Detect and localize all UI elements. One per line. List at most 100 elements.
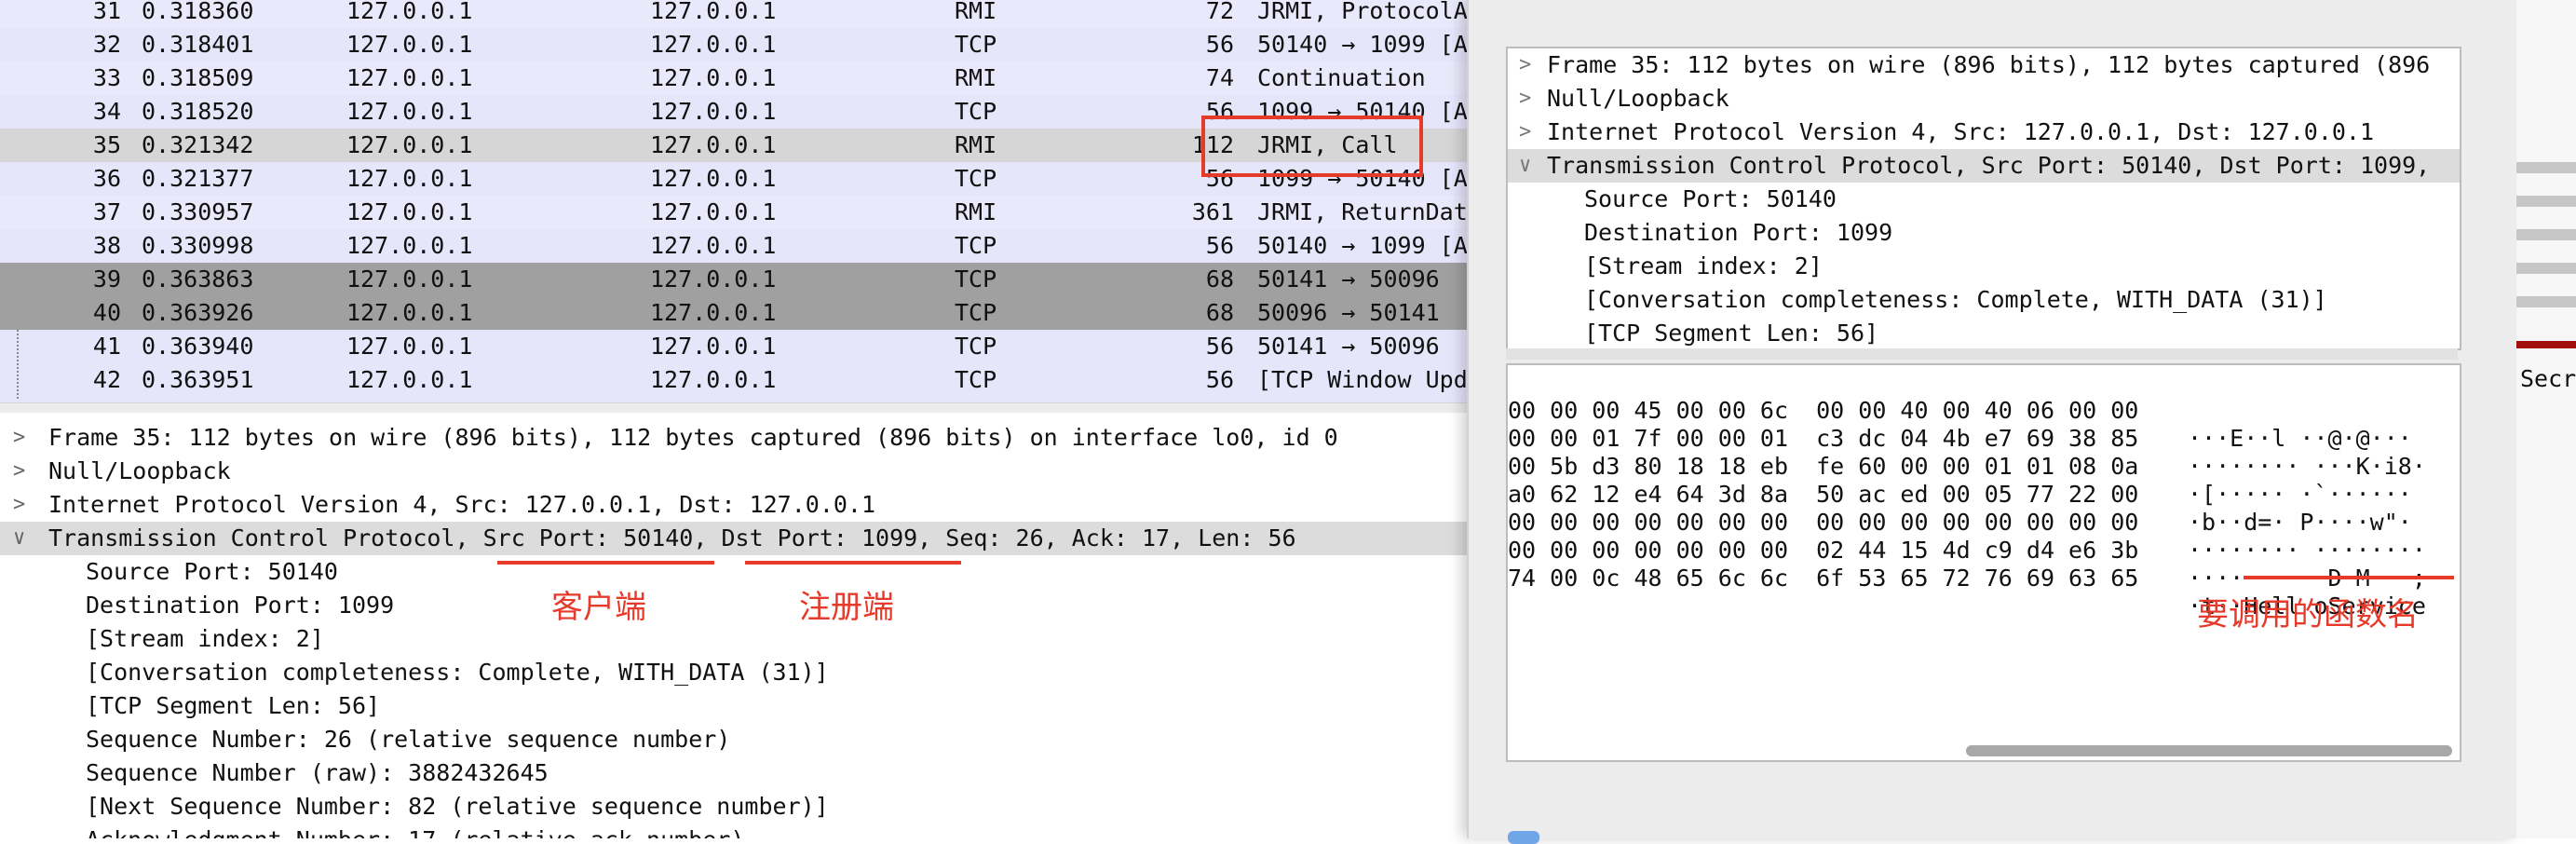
tree-field[interactable]: [Stream index: 2] bbox=[1508, 250, 2460, 283]
chevron-right-icon[interactable]: > bbox=[1519, 82, 1531, 116]
packet-length: 68 bbox=[1205, 265, 1234, 293]
tree-field[interactable]: Destination Port: 1099 bbox=[0, 589, 1471, 622]
window-badge bbox=[1508, 831, 1539, 844]
tree-field[interactable]: Acknowledgment Number: 17 (relative ack … bbox=[0, 824, 1471, 838]
pane-splitter[interactable] bbox=[1506, 348, 2458, 360]
tree-field[interactable]: Sequence Number: 26 (relative sequence n… bbox=[0, 723, 1471, 756]
packet-row[interactable]: 32 0.318401 127.0.0.1 127.0.0.1 TCP 56 5… bbox=[0, 28, 1471, 61]
packet-length: 74 bbox=[1205, 64, 1234, 91]
tree-field[interactable]: [Stream index: 2] bbox=[0, 622, 1471, 656]
tree-item-label: Frame 35: 112 bytes on wire (896 bits), … bbox=[48, 424, 1338, 451]
tree-field-label: [Stream index: 2] bbox=[1584, 252, 1823, 279]
packet-length: 56 bbox=[1205, 333, 1234, 360]
tree-field[interactable]: [Conversation completeness: Complete, WI… bbox=[1508, 283, 2460, 317]
chevron-down-icon[interactable]: ∨ bbox=[1519, 149, 1531, 183]
tree-field-label: Source Port: 50140 bbox=[86, 558, 338, 585]
packet-info: 50140 → 1099 [A bbox=[1257, 31, 1468, 58]
strip-line bbox=[2516, 296, 2576, 307]
tree-item-tcp[interactable]: ∨ Transmission Control Protocol, Src Por… bbox=[0, 522, 1471, 555]
packet-details-pane[interactable]: > Frame 35: 112 bytes on wire (896 bits)… bbox=[0, 417, 1471, 838]
strip-line bbox=[2516, 162, 2576, 173]
chevron-right-icon[interactable]: > bbox=[13, 455, 25, 488]
packet-info: JRMI, ProtocolA bbox=[1257, 0, 1468, 24]
chevron-right-icon[interactable]: > bbox=[1519, 48, 1531, 82]
tree-field[interactable]: [Conversation completeness: Complete, WI… bbox=[0, 656, 1471, 689]
packet-row[interactable]: 40 0.363926 127.0.0.1 127.0.0.1 TCP 68 5… bbox=[0, 296, 1471, 330]
packet-length: 56 bbox=[1205, 98, 1234, 125]
packet-info: Continuation bbox=[1257, 64, 1426, 91]
annotation-function-name-label: 要调用的函数名 bbox=[2197, 596, 2419, 633]
annotation-underline-src-port bbox=[497, 561, 714, 565]
tree-field-label: [Next Sequence Number: 82 (relative sequ… bbox=[86, 793, 829, 820]
chevron-right-icon[interactable]: > bbox=[13, 488, 25, 522]
strip-line bbox=[2516, 263, 2576, 274]
hex-row: 74 00 0c 48 65 6c 6c 6f 53 65 72 76 69 6… bbox=[1508, 537, 2460, 619]
tree-item-frame[interactable]: > Frame 35: 112 bytes on wire (896 bits)… bbox=[0, 421, 1471, 455]
hex-row: 00 00 01 7f 00 00 01 c3 dc 04 4b e7 69 3… bbox=[1508, 397, 2460, 480]
strip-line bbox=[2516, 196, 2576, 207]
packet-info: JRMI, ReturnDat bbox=[1257, 198, 1468, 225]
chevron-right-icon[interactable]: > bbox=[13, 421, 25, 455]
strip-label: Secr bbox=[2520, 365, 2576, 392]
chevron-down-icon[interactable]: ∨ bbox=[13, 522, 25, 555]
hex-horizontal-scrollbar[interactable] bbox=[1966, 745, 2452, 756]
packet-length: 68 bbox=[1205, 299, 1234, 326]
tree-item-null-loopback[interactable]: > Null/Loopback bbox=[0, 455, 1471, 488]
annotation-registry-label: 注册端 bbox=[799, 589, 894, 626]
packet-row[interactable]: 42 0.363951 127.0.0.1 127.0.0.1 TCP 56 [… bbox=[0, 363, 1471, 397]
tree-field-label: Destination Port: 1099 bbox=[86, 592, 395, 619]
packet-detail-window[interactable]: > Frame 35: 112 bytes on wire (896 bits)… bbox=[1467, 0, 2516, 844]
packet-length: 361 bbox=[1191, 198, 1234, 225]
tree-field-label: [TCP Segment Len: 56] bbox=[1584, 320, 1879, 347]
tree-item-frame[interactable]: > Frame 35: 112 bytes on wire (896 bits)… bbox=[1508, 48, 2460, 82]
packet-length: 56 bbox=[1205, 31, 1234, 58]
packet-info: 50140 → 1099 [A bbox=[1257, 232, 1468, 259]
hex-bytes: 74 00 0c 48 65 6c 6c 6f 53 65 72 76 69 6… bbox=[1508, 565, 2139, 592]
tree-item-label: Transmission Control Protocol, Src Port:… bbox=[48, 524, 1296, 551]
detail-tree-pane[interactable]: > Frame 35: 112 bytes on wire (896 bits)… bbox=[1506, 47, 2461, 350]
annotation-client-label: 客户端 bbox=[551, 589, 646, 626]
tree-item-ipv4[interactable]: > Internet Protocol Version 4, Src: 127.… bbox=[1508, 116, 2460, 149]
tree-field[interactable]: Source Port: 50140 bbox=[0, 555, 1471, 589]
hex-row: 00 00 00 00 00 00 00 00 00 00 00 00 00 0… bbox=[1508, 481, 2460, 564]
tree-field[interactable]: Destination Port: 1099 bbox=[1508, 216, 2460, 250]
tree-item-label: Internet Protocol Version 4, Src: 127.0.… bbox=[48, 491, 876, 518]
packet-info: 50141 → 50096 bbox=[1257, 265, 1440, 293]
packet-row[interactable]: 33 0.318509 127.0.0.1 127.0.0.1 RMI 74 C… bbox=[0, 61, 1471, 95]
hex-row: 00 5b d3 80 18 18 eb fe 60 00 00 01 01 0… bbox=[1508, 425, 2460, 508]
packet-row[interactable]: 39 0.363863 127.0.0.1 127.0.0.1 TCP 68 5… bbox=[0, 263, 1471, 296]
hex-dump-pane[interactable]: 00 00 00 45 00 00 6c 00 00 40 00 40 06 0… bbox=[1506, 363, 2461, 762]
strip-line bbox=[2516, 229, 2576, 240]
tree-field[interactable]: [Next Sequence Number: 82 (relative sequ… bbox=[0, 790, 1471, 824]
tree-field-label: Sequence Number (raw): 3882432645 bbox=[86, 759, 549, 786]
packet-length: 56 bbox=[1205, 165, 1234, 192]
list-scrollbar[interactable] bbox=[0, 402, 1471, 413]
packet-row[interactable]: 37 0.330957 127.0.0.1 127.0.0.1 RMI 361 … bbox=[0, 196, 1471, 229]
tree-item-ipv4[interactable]: > Internet Protocol Version 4, Src: 127.… bbox=[0, 488, 1471, 522]
packet-info: [TCP Window Upd bbox=[1257, 366, 1468, 393]
annotation-underline-dst-port bbox=[745, 561, 961, 565]
tree-field-label: [Stream index: 2] bbox=[86, 625, 324, 652]
tree-item-tcp[interactable]: ∨ Transmission Control Protocol, Src Por… bbox=[1508, 149, 2460, 183]
tree-item-label: Internet Protocol Version 4, Src: 127.0.… bbox=[1547, 118, 2375, 145]
tree-field-label: Acknowledgment Number: 17 (relative ack … bbox=[86, 824, 744, 838]
tree-field[interactable]: [TCP Segment Len: 56] bbox=[0, 689, 1471, 723]
packet-row[interactable]: 31 0.318360 127.0.0.1 127.0.0.1 RMI 72 J… bbox=[0, 0, 1471, 28]
chevron-right-icon[interactable]: > bbox=[1519, 116, 1531, 149]
hex-row: 00 00 00 45 00 00 6c 00 00 40 00 40 06 0… bbox=[1508, 369, 2460, 452]
tree-field[interactable]: Source Port: 50140 bbox=[1508, 183, 2460, 216]
tree-field-label: [Conversation completeness: Complete, WI… bbox=[1584, 286, 2327, 313]
tree-item-label: Null/Loopback bbox=[1547, 85, 1729, 112]
tree-field[interactable]: [TCP Segment Len: 56] bbox=[1508, 317, 2460, 348]
packet-info: 50096 → 50141 bbox=[1257, 299, 1440, 326]
packet-row[interactable]: 38 0.330998 127.0.0.1 127.0.0.1 TCP 56 5… bbox=[0, 229, 1471, 263]
tree-field-label: Sequence Number: 26 (relative sequence n… bbox=[86, 726, 731, 753]
packet-length: 72 bbox=[1205, 0, 1234, 24]
hex-row: 00 00 00 00 00 00 00 02 44 15 4d c9 d4 e… bbox=[1508, 509, 2460, 592]
packet-length: 56 bbox=[1205, 366, 1234, 393]
tree-item-null-loopback[interactable]: > Null/Loopback bbox=[1508, 82, 2460, 116]
tree-field[interactable]: Sequence Number (raw): 3882432645 bbox=[0, 756, 1471, 790]
packet-row[interactable]: 41 0.363940 127.0.0.1 127.0.0.1 TCP 56 5… bbox=[0, 330, 1471, 363]
tree-field-label: Destination Port: 1099 bbox=[1584, 219, 1893, 246]
packet-list[interactable]: 31 0.318360 127.0.0.1 127.0.0.1 RMI 72 J… bbox=[0, 0, 1471, 402]
